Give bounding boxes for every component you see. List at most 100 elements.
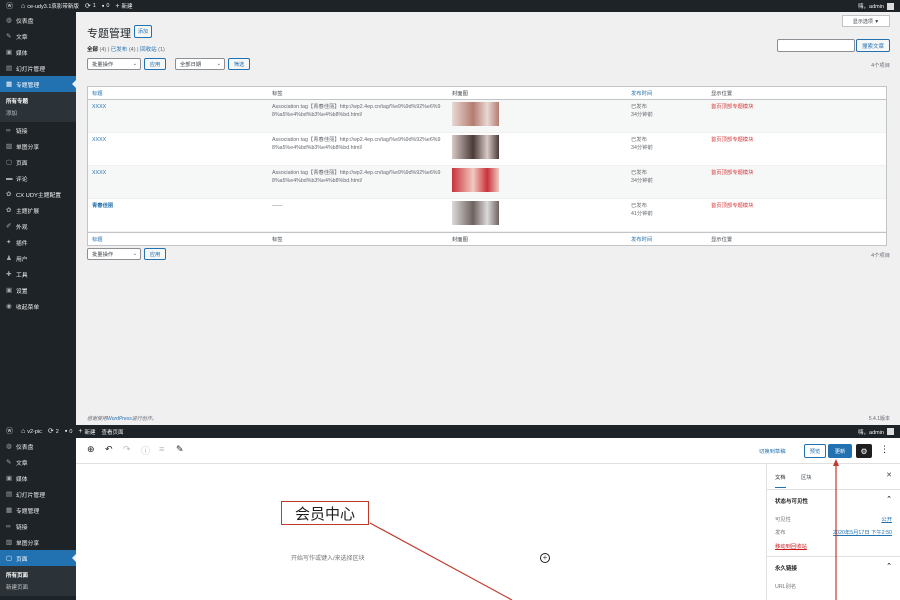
sidebar-item-label: 工具 (16, 272, 28, 279)
sidebar-item-comments[interactable]: ▬ 评论 (0, 170, 76, 186)
bulk-action-select[interactable]: 批量操作 ⌄ (87, 58, 141, 70)
tab-document[interactable]: 文档 (775, 473, 786, 488)
sidebar-item-pin[interactable]: ✎ 文章 (0, 28, 76, 44)
apply-button-bottom[interactable]: 应用 (144, 248, 166, 260)
info-icon[interactable]: ⓘ (141, 444, 150, 457)
section-toggle[interactable]: 永久链接 ⌃ (767, 557, 900, 579)
links-icon: ∞ (6, 522, 11, 530)
sidebar-item-extend[interactable]: ✿ 主题扩展 (0, 202, 76, 218)
add-block-icon[interactable]: ⊕ (87, 444, 95, 455)
row-title-link[interactable]: XXXX (92, 136, 106, 144)
sidebar-item-dashboard[interactable]: ◍ 仪表盘 (0, 438, 76, 454)
block-placeholder[interactable]: 开始写作或键入/来选择区块 (291, 553, 365, 562)
admin-sidebar-top: ◍ 仪表盘 ✎ 文章 ▣ 媒体 ▤ 幻灯片管理 ▦ 专题管理所有专题 添加 ∞ 链接 ▨ 单图分享 ▢ 页面 ▬ 评… (0, 12, 76, 425)
settings-gear-icon[interactable]: ⚙ (856, 444, 872, 458)
sidebar-item-collapse[interactable]: ◉ 收起菜单 (0, 298, 76, 314)
sidebar-item-label: 链接 (16, 128, 28, 135)
sidebar-item-gallery[interactable]: ▨ 单图分享 (0, 138, 76, 154)
updates-link[interactable]: ⟳ 2 (48, 428, 59, 435)
column-date[interactable]: 发布时间 (631, 236, 652, 244)
table-row: XXXX Association tag【青春佳丽】http://wp2.4ep.… (88, 133, 886, 166)
switch-to-draft-link[interactable]: 切换到草稿 (759, 447, 786, 455)
more-options-icon[interactable]: ⋮ (880, 444, 889, 455)
column-title[interactable]: 标题 (92, 90, 103, 98)
preview-button[interactable]: 预览 (804, 444, 826, 458)
filter-all[interactable]: 全部 (87, 47, 98, 53)
filter-published[interactable]: 已发布 (111, 47, 128, 53)
refresh-icon: ⟳ (84, 2, 91, 10)
sidebar-item-topics[interactable]: ▦ 专题管理 (0, 76, 76, 92)
inline-add-block-icon[interactable]: + (540, 553, 550, 563)
screen-options-button[interactable]: 显示选项 ▼ (842, 15, 890, 27)
search-input[interactable] (777, 39, 855, 52)
row-title-link[interactable]: XXXX (92, 169, 106, 177)
tools-icon: ✚ (6, 271, 12, 278)
row-tag: Association tag【青春佳丽】http://wp2.4ep.cn/t… (272, 170, 441, 184)
row-title-link[interactable]: XXXX (92, 103, 106, 111)
sidebar-item-label: 链接 (16, 524, 28, 531)
visibility-toggle[interactable]: 公开 (881, 515, 892, 523)
site-name-link[interactable]: ⌂ v2-pic (21, 428, 42, 435)
sidebar-item-tools[interactable]: ✚ 工具 (0, 266, 76, 282)
new-content-link[interactable]: + 新建 (115, 2, 132, 11)
sidebar-item-pages[interactable]: ▢ 页面 (0, 154, 76, 170)
column-date[interactable]: 发布时间 (631, 90, 652, 98)
column-title[interactable]: 标题 (92, 236, 103, 244)
chevron-up-icon: ⌃ (886, 563, 892, 570)
submenu-item[interactable]: 所有专题 (0, 95, 76, 107)
sidebar-item-settings[interactable]: ▣ 设置 (0, 282, 76, 298)
account-menu[interactable]: 嗨，admin (858, 428, 894, 436)
wordpress-logo-icon[interactable]: ⓦ (6, 3, 15, 10)
date-filter-select[interactable]: 全部日期 ⌄ (175, 58, 225, 70)
move-to-trash-button[interactable]: 移动到回收站 (767, 538, 900, 556)
publish-date-toggle[interactable]: 2020年5月17日 下午2:50 (833, 528, 892, 536)
add-new-button[interactable]: 添加 (134, 25, 153, 38)
sidebar-item-plugins[interactable]: ✦ 插件 (0, 234, 76, 250)
sidebar-item-appearance[interactable]: ✐ 外观 (0, 218, 76, 234)
update-button[interactable]: 更新 (828, 444, 852, 458)
table-header: 标题 标签 封面图 发布时间 显示位置 (88, 87, 886, 100)
sidebar-item-dashboard[interactable]: ◍ 仪表盘 (0, 12, 76, 28)
sidebar-item-slides[interactable]: ▤ 幻灯片管理 (0, 60, 76, 76)
page-title-input[interactable]: 会员中心 (281, 501, 369, 525)
wordpress-link[interactable]: WordPress (107, 416, 132, 422)
tab-block[interactable]: 区块 (801, 473, 812, 481)
submenu-item[interactable]: 新建页面 (0, 581, 76, 593)
submenu-item[interactable]: 添加 (0, 107, 76, 119)
close-icon[interactable]: ✕ (886, 471, 892, 479)
sidebar-item-slides[interactable]: ▤ 幻灯片管理 (0, 486, 76, 502)
sidebar-item-media[interactable]: ▣ 媒体 (0, 44, 76, 60)
search-button[interactable]: 搜索文章 (856, 39, 890, 52)
sidebar-item-pin[interactable]: ✎ 文章 (0, 454, 76, 470)
sidebar-item-pages[interactable]: ▢ 页面 (0, 550, 76, 566)
sidebar-item-topics[interactable]: ▦ 专题管理 (0, 502, 76, 518)
sidebar-item-links[interactable]: ∞ 链接 (0, 122, 76, 138)
site-name-link[interactable]: ⌂ ce-udy3.1哀影带新版 (21, 2, 79, 11)
filter-trash[interactable]: 回收站 (140, 47, 157, 53)
comments-link[interactable]: ▪ 0 (65, 428, 73, 435)
wordpress-logo-icon[interactable]: ⓦ (6, 428, 15, 435)
section-toggle[interactable]: 状态与可见性 ⌃ (767, 490, 900, 512)
redo-icon[interactable]: ↷ (123, 444, 131, 455)
bulk-action-select-bottom[interactable]: 批量操作 ⌄ (87, 248, 141, 260)
submenu-item[interactable]: 所有页面 (0, 569, 76, 581)
new-content-link[interactable]: + 新建 (78, 428, 95, 436)
sidebar-item-label: 主题扩展 (16, 208, 40, 215)
sidebar-item-links[interactable]: ∞ 链接 (0, 518, 76, 534)
editor-canvas: 会员中心 开始写作或键入/来选择区块 + (76, 464, 766, 600)
outline-icon[interactable]: ≡ (159, 444, 164, 454)
apply-button[interactable]: 应用 (144, 58, 166, 70)
edit-mode-icon[interactable]: ✎ (176, 444, 184, 455)
account-menu[interactable]: 嗨，admin (858, 2, 894, 10)
refresh-icon: ⟳ (47, 428, 54, 435)
comments-link[interactable]: ▪ 0 (102, 3, 110, 10)
view-page-link[interactable]: 查看页面 (102, 428, 124, 436)
row-title-link[interactable]: 青春佳丽 (92, 202, 113, 210)
sidebar-item-media[interactable]: ▣ 媒体 (0, 470, 76, 486)
updates-link[interactable]: ⟳ 1 (85, 3, 96, 10)
filter-button[interactable]: 筛选 (228, 58, 250, 70)
sidebar-item-theme-settings[interactable]: ✿ CX UDY主题配置 (0, 186, 76, 202)
undo-icon[interactable]: ↶ (105, 444, 113, 455)
sidebar-item-gallery[interactable]: ▨ 单图分享 (0, 534, 76, 550)
sidebar-item-users[interactable]: ♟ 用户 (0, 250, 76, 266)
